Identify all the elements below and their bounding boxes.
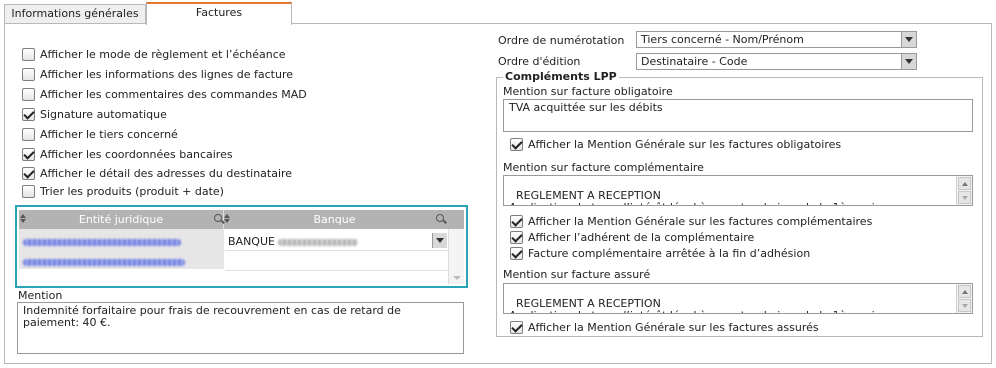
tab-factures[interactable]: Factures: [146, 2, 292, 25]
edition-select[interactable]: Destinataire - Code: [636, 53, 917, 70]
option-label: Afficher l’adhérent de la complémentaire: [528, 230, 755, 244]
mandatory-mention-textarea[interactable]: TVA acquittée sur les débits: [503, 99, 973, 132]
option-label: Afficher la Mention Générale sur les fac…: [528, 214, 873, 228]
option-label: Signature automatique: [40, 107, 167, 121]
option-label: Afficher la Mention Générale sur les fac…: [528, 137, 842, 151]
option-detail-adresses[interactable]: Afficher le détail des adresses du desti…: [22, 165, 292, 181]
option-label: Trier les produits (produit + date): [40, 184, 224, 198]
option-tiers-concerne[interactable]: Afficher le tiers concerné: [22, 126, 178, 142]
checkbox[interactable]: [510, 320, 523, 334]
chevron-down-icon[interactable]: [958, 299, 971, 312]
checkbox[interactable]: [22, 47, 35, 61]
row-separator: [225, 270, 448, 271]
checkbox[interactable]: [510, 137, 523, 151]
grid-header: Entité juridique Banque: [19, 210, 464, 229]
textarea-scrollbar[interactable]: [956, 176, 972, 205]
option-fin-adhesion[interactable]: Facture complémentaire arrêtée à la fin …: [510, 245, 810, 261]
chevron-down-icon[interactable]: [432, 233, 447, 248]
entite-banque-grid: Entité juridique Banque BANQUE: [15, 205, 468, 288]
option-coordonnees-bancaires[interactable]: Afficher les coordonnées bancaires: [22, 146, 233, 162]
option-label: Afficher les informations des lignes de …: [40, 67, 294, 81]
numbering-value: Tiers concerné - Nom/Prénom: [641, 33, 804, 46]
checkbox[interactable]: [510, 230, 523, 244]
grid-scrollbar[interactable]: [448, 229, 464, 284]
option-commentaires-mad[interactable]: Afficher les commentaires des commandes …: [22, 86, 307, 102]
search-icon[interactable]: [214, 214, 222, 222]
option-trier-produits[interactable]: Trier les produits (produit + date): [22, 183, 224, 199]
insured-mention-text: REGLEMENT A RECEPTION Application du tau…: [509, 297, 904, 314]
chevron-up-icon[interactable]: [958, 285, 971, 298]
tab-informations-generales[interactable]: Informations générales: [4, 4, 146, 24]
chevron-down-icon[interactable]: [901, 32, 916, 47]
grid-body: BANQUE: [19, 229, 448, 284]
option-label: Afficher les coordonnées bancaires: [40, 147, 233, 161]
checkbox[interactable]: [510, 214, 523, 228]
mention-label: Mention: [18, 289, 63, 302]
column-header-entite[interactable]: Entité juridique: [19, 210, 224, 229]
checkbox[interactable]: [22, 184, 35, 198]
row-separator: [225, 250, 448, 251]
option-mention-generale-assures[interactable]: Afficher la Mention Générale sur les fac…: [510, 319, 819, 335]
redacted-text: [23, 238, 181, 246]
option-informations-lignes[interactable]: Afficher les informations des lignes de …: [22, 66, 293, 82]
option-label: Facture complémentaire arrêtée à la fin …: [528, 246, 811, 260]
option-label: Afficher le détail des adresses du desti…: [40, 166, 293, 180]
complementary-mention-text: REGLEMENT A RECEPTION Application du tau…: [509, 189, 904, 206]
insured-mention-label: Mention sur facture assuré: [503, 268, 651, 281]
chevron-down-icon[interactable]: [958, 191, 971, 204]
complementary-mention-label: Mention sur facture complémentaire: [503, 161, 704, 174]
checkbox[interactable]: [510, 246, 523, 260]
grid-cell-banque[interactable]: BANQUE: [225, 232, 448, 249]
option-signature-automatique[interactable]: Signature automatique: [22, 106, 167, 122]
textarea-scrollbar[interactable]: [956, 284, 972, 313]
grid-cell-entite[interactable]: [19, 249, 224, 269]
complementary-mention-textarea[interactable]: REGLEMENT A RECEPTION Application du tau…: [503, 175, 973, 206]
checkbox[interactable]: [22, 107, 35, 121]
mandatory-mention-label: Mention sur facture obligatoire: [503, 85, 673, 98]
edition-label: Ordre d'édition: [498, 55, 581, 68]
chevron-down-icon[interactable]: [453, 276, 461, 280]
chevron-up-icon[interactable]: [958, 177, 971, 190]
redacted-text: [278, 239, 358, 246]
numbering-select[interactable]: Tiers concerné - Nom/Prénom: [636, 31, 917, 48]
column-header-banque[interactable]: Banque: [225, 210, 444, 229]
option-mention-generale-complementaires[interactable]: Afficher la Mention Générale sur les fac…: [510, 213, 872, 229]
checkbox[interactable]: [22, 127, 35, 141]
insured-mention-textarea[interactable]: REGLEMENT A RECEPTION Application du tau…: [503, 283, 973, 314]
option-label: Afficher le mode de règlement et l’échéa…: [40, 47, 286, 61]
mention-textarea[interactable]: Indemnité forfaitaire pour frais de reco…: [17, 302, 464, 354]
option-mention-generale-obligatoires[interactable]: Afficher la Mention Générale sur les fac…: [510, 136, 841, 152]
lpp-legend: Compléments LPP: [503, 70, 619, 83]
option-label: Afficher la Mention Générale sur les fac…: [528, 320, 819, 334]
option-mode-reglement[interactable]: Afficher le mode de règlement et l’échéa…: [22, 46, 286, 62]
grid-cell-empty: [19, 269, 224, 284]
option-label: Afficher le tiers concerné: [40, 127, 178, 141]
redacted-text: [23, 258, 185, 266]
checkbox[interactable]: [22, 147, 35, 161]
checkbox[interactable]: [22, 87, 35, 101]
grid-cell-entite[interactable]: [19, 229, 224, 249]
bank-value: BANQUE: [228, 235, 275, 248]
numbering-label: Ordre de numérotation: [498, 34, 625, 47]
tab-bar: Informations générales Factures: [0, 0, 996, 25]
search-icon[interactable]: [436, 214, 444, 222]
option-adherent-complementaire[interactable]: Afficher l’adhérent de la complémentaire: [510, 229, 754, 245]
chevron-down-icon[interactable]: [901, 54, 916, 69]
edition-value: Destinataire - Code: [641, 55, 748, 68]
checkbox[interactable]: [22, 67, 35, 81]
checkbox[interactable]: [22, 166, 35, 180]
option-label: Afficher les commentaires des commandes …: [40, 87, 307, 101]
